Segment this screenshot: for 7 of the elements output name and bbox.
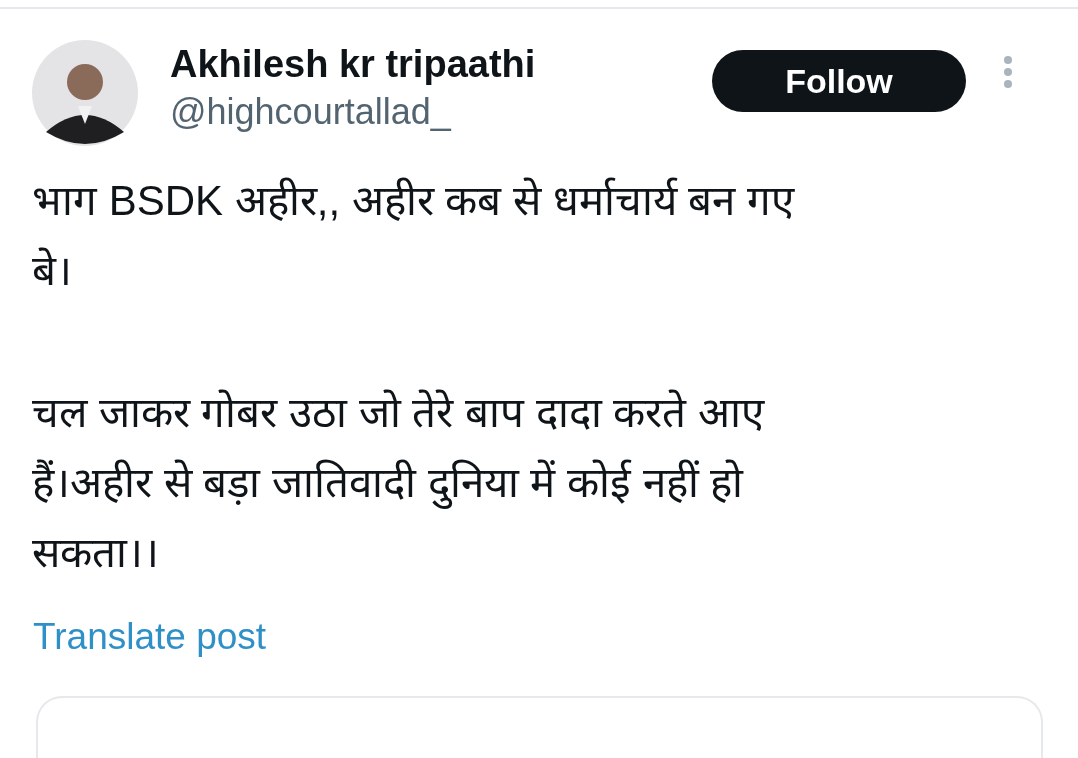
avatar[interactable] bbox=[32, 40, 138, 146]
translate-link[interactable]: Translate post bbox=[33, 616, 267, 658]
follow-button[interactable]: Follow bbox=[712, 50, 966, 112]
author-handle[interactable]: @highcourtallad_ bbox=[170, 88, 690, 136]
author-name[interactable]: Akhilesh kr tripaathi bbox=[170, 40, 690, 88]
post-text: चल जाकर गोबर उठा जो तेरे बाप दादा करते आए हैं।अहीर से बड़ा जातिवादी दुनिया में कोई नहीं हो सकता।। bbox=[32, 388, 766, 578]
post-text: भाग BSDK अहीर,, अहीर कब से धर्माचार्य बन गए बे। bbox=[32, 176, 796, 296]
